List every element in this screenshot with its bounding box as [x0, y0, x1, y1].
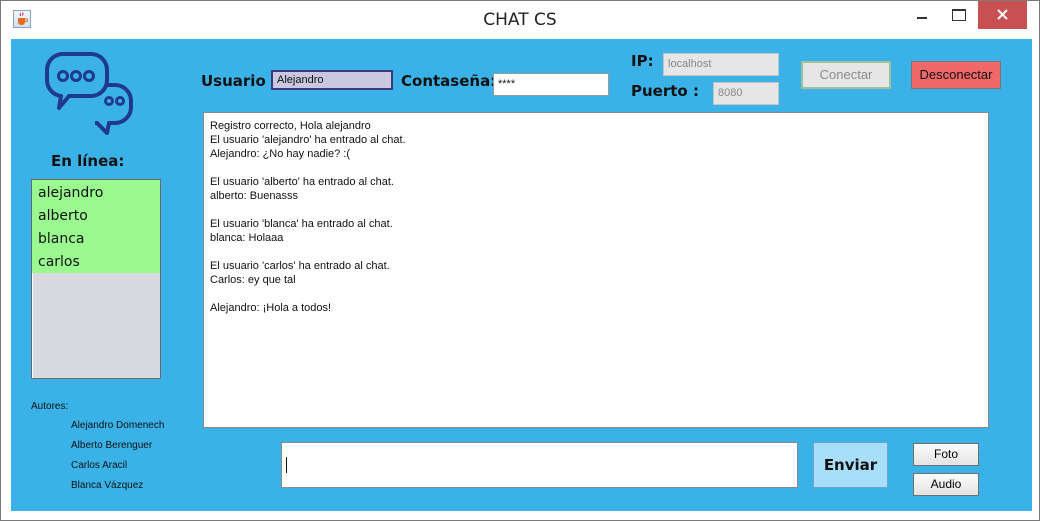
chat-line: Registro correcto, Hola alejandro [210, 120, 371, 132]
audio-button[interactable]: Audio [913, 473, 979, 496]
online-user-item[interactable]: alberto [38, 208, 88, 224]
disconnect-button[interactable]: Desconectar [911, 61, 1001, 89]
close-icon [997, 9, 1008, 20]
text-caret [286, 457, 287, 473]
chat-bubbles-icon [43, 51, 139, 141]
author-name: Blanca Vázquez [71, 480, 144, 491]
chat-line: Alejandro: ¡Hola a todos! [210, 302, 332, 314]
author-name: Alejandro Domenech [71, 420, 165, 431]
password-field[interactable]: **** [493, 73, 609, 96]
port-label: Puerto : [631, 82, 699, 100]
chat-line: alberto: Buenasss [210, 190, 299, 202]
chat-line: blanca: Holaaa [210, 232, 284, 244]
maximize-button[interactable] [941, 1, 977, 29]
ip-label: IP: [631, 52, 654, 70]
online-user-item[interactable]: carlos [38, 254, 80, 270]
online-user-item[interactable]: blanca [38, 231, 85, 247]
send-button[interactable]: Enviar [813, 442, 888, 488]
title-bar[interactable]: CHAT CS [1, 1, 1039, 39]
ip-field[interactable]: localhost [663, 53, 779, 76]
authors-title: Autores: [31, 401, 69, 412]
chat-log[interactable]: Registro correcto, Hola alejandro El usu… [203, 112, 989, 428]
chat-line: El usuario 'blanca' ha entrado al chat. [210, 218, 393, 230]
user-label: Usuario : [201, 72, 277, 90]
chat-line: Alejandro: ¿No hay nadie? :( [210, 148, 351, 160]
user-field[interactable]: Alejandro [271, 70, 393, 90]
chat-line: El usuario 'alejandro' ha entrado al cha… [210, 134, 406, 146]
message-input[interactable] [281, 442, 798, 488]
author-name: Alberto Berenguer [71, 440, 153, 451]
window-title: CHAT CS [483, 10, 557, 30]
minimize-button[interactable] [904, 1, 940, 29]
password-label: Contaseña: [401, 72, 497, 90]
photo-button[interactable]: Foto [913, 443, 979, 466]
app-window: CHAT CS Usuario : Alejandro Contaseña: *… [0, 0, 1040, 521]
port-field[interactable]: 8080 [713, 82, 779, 105]
author-name: Carlos Aracil [71, 460, 128, 471]
online-users-list[interactable]: alejandro alberto blanca carlos [31, 179, 161, 379]
online-title: En línea: [51, 152, 125, 170]
maximize-icon [952, 9, 966, 21]
online-user-item[interactable]: alejandro [38, 185, 103, 201]
chat-line: El usuario 'alberto' ha entrado al chat. [210, 176, 394, 188]
connect-button[interactable]: Conectar [801, 61, 891, 89]
minimize-icon [917, 17, 927, 19]
main-panel: Usuario : Alejandro Contaseña: **** IP: … [11, 39, 1032, 511]
close-button[interactable] [978, 1, 1027, 29]
chat-line: El usuario 'carlos' ha entrado al chat. [210, 260, 390, 272]
chat-line: Carlos: ey que tal [210, 274, 296, 286]
